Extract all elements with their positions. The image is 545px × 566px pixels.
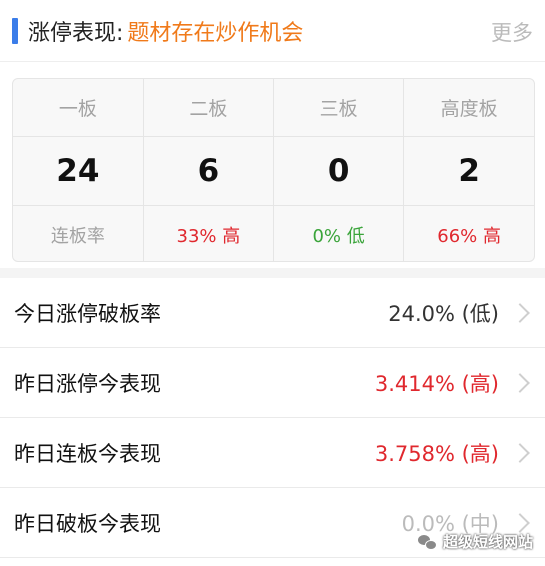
rate-board-2: 33% 高: [143, 205, 275, 261]
column-header-board-1: 一板: [13, 79, 144, 137]
more-link[interactable]: 更多: [491, 17, 533, 47]
list-item-label: 昨日连板今表现: [14, 441, 161, 466]
watermark: 超级短线网站: [416, 531, 533, 552]
count-height-board: 2: [403, 136, 534, 206]
list-item-yesterday-limit-up[interactable]: 昨日涨停今表现 3.414% (高): [0, 348, 545, 418]
column-header-board-2: 二板: [143, 79, 275, 137]
list-item-yesterday-consecutive[interactable]: 昨日连板今表现 3.758% (高): [0, 418, 545, 488]
section-divider: [0, 268, 545, 278]
header-accent-bar: [12, 17, 18, 44]
rate-board-3: 0% 低: [273, 205, 405, 261]
chevron-right-icon: [510, 442, 530, 463]
section-title: 涨停表现:: [28, 20, 124, 46]
consecutive-rate-label: 连板率: [13, 205, 144, 261]
rate-height-board: 66% 高: [437, 225, 501, 247]
column-header-board-3: 三板: [273, 79, 405, 137]
wechat-icon: [416, 533, 437, 550]
list-item-label: 今日涨停破板率: [14, 301, 161, 326]
count-board-3: 0: [273, 136, 405, 206]
limit-up-stats-grid: 一板 二板 三板 高度板 24 6 0 2 连板率 33% 高 0% 低 66%…: [12, 78, 535, 262]
count-board-1: 24: [13, 136, 144, 206]
chevron-right-icon: [510, 512, 530, 533]
list-item-value: 3.414% (高): [374, 371, 499, 396]
count-board-2: 6: [143, 136, 275, 206]
chevron-right-icon: [510, 302, 530, 323]
list-item-today-break-rate[interactable]: 今日涨停破板率 24.0% (低): [0, 278, 545, 348]
section-subtitle: 题材存在炒作机会: [127, 20, 304, 46]
section-header: 涨停表现: 题材存在炒作机会 更多: [0, 0, 545, 62]
column-header-height-board: 高度板: [403, 79, 534, 137]
list-item-label: 昨日涨停今表现: [14, 371, 161, 396]
chevron-right-icon: [510, 372, 530, 393]
list-item-label: 昨日破板今表现: [14, 511, 161, 536]
list-item-value: 3.758% (高): [374, 441, 499, 466]
watermark-text: 超级短线网站: [442, 533, 533, 551]
performance-list: 今日涨停破板率 24.0% (低) 昨日涨停今表现 3.414% (高) 昨日连…: [0, 278, 545, 558]
list-item-value: 24.0% (低): [388, 301, 499, 326]
